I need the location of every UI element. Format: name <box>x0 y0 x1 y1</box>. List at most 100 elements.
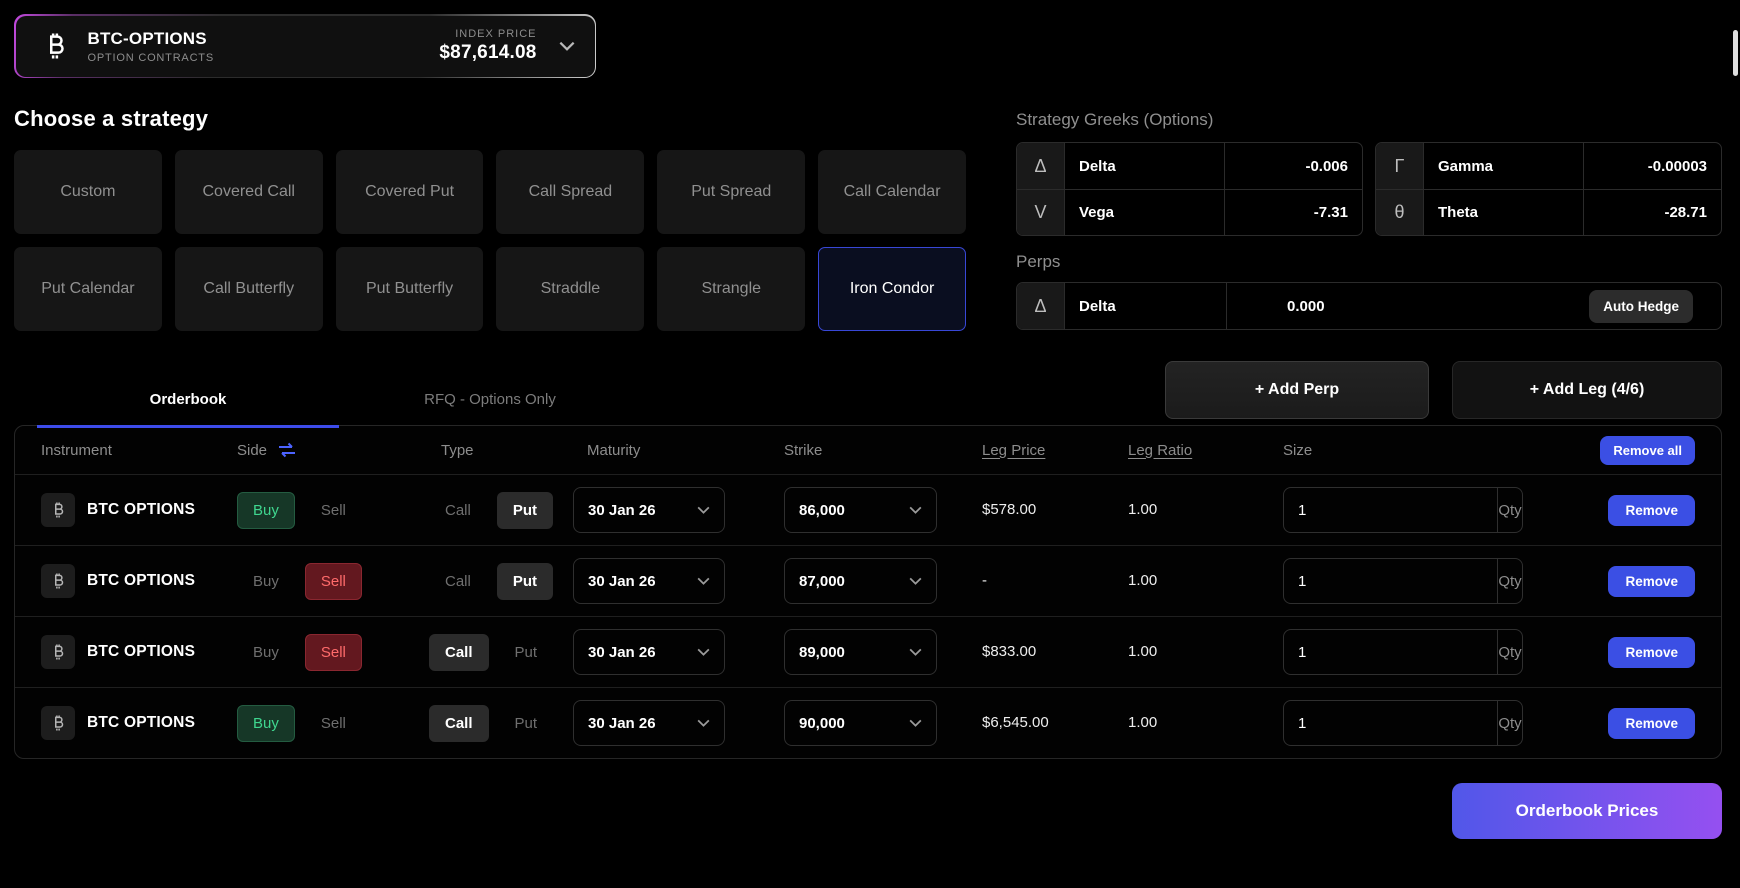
strategy-call-calendar[interactable]: Call Calendar <box>818 150 966 234</box>
page-scrollbar-thumb[interactable] <box>1733 30 1738 76</box>
leg-price-value: $833.00 <box>982 643 1036 660</box>
strategy-strangle[interactable]: Strangle <box>657 247 805 331</box>
chevron-down-icon <box>909 719 922 727</box>
header-leg-ratio[interactable]: Leg Ratio <box>1128 442 1192 459</box>
strategy-covered-call[interactable]: Covered Call <box>175 150 323 234</box>
chevron-down-icon <box>909 506 922 514</box>
put-toggle[interactable]: Put <box>497 492 553 529</box>
leg-price-value: - <box>982 572 987 589</box>
greek-symbol-icon: θ <box>1376 190 1424 235</box>
strategy-iron-condor[interactable]: Iron Condor <box>818 247 966 331</box>
perps-delta-label: Delta <box>1065 283 1227 329</box>
sell-toggle[interactable]: Sell <box>305 563 362 600</box>
strategy-covered-put[interactable]: Covered Put <box>336 150 484 234</box>
leg-instrument: BTC OPTIONS <box>87 643 195 661</box>
call-toggle[interactable]: Call <box>429 705 489 742</box>
header-strike: Strike <box>784 442 822 459</box>
greek-row: Γ Gamma -0.00003 <box>1376 143 1721 189</box>
tab-orderbook[interactable]: Orderbook <box>37 377 339 428</box>
maturity-dropdown[interactable]: 30 Jan 26 <box>573 629 725 675</box>
greek-symbol-icon: V <box>1017 190 1065 235</box>
leg-instrument: BTC OPTIONS <box>87 714 195 732</box>
remove-leg-button[interactable]: Remove <box>1608 566 1695 597</box>
tab-rfq-options-only[interactable]: RFQ - Options Only <box>339 377 641 426</box>
bitcoin-icon <box>41 635 75 669</box>
strategy-grid: CustomCovered CallCovered PutCall Spread… <box>14 150 966 331</box>
leg-ratio-value: 1.00 <box>1128 714 1157 731</box>
strike-dropdown[interactable]: 90,000 <box>784 700 937 746</box>
greek-row: θ Theta -28.71 <box>1376 189 1721 235</box>
strategy-call-butterfly[interactable]: Call Butterfly <box>175 247 323 331</box>
strategy-put-calendar[interactable]: Put Calendar <box>14 247 162 331</box>
swap-sides-icon[interactable] <box>277 442 297 458</box>
add-leg-button[interactable]: + Add Leg (4/6) <box>1452 361 1722 419</box>
size-input[interactable] <box>1284 701 1497 745</box>
strategy-put-butterfly[interactable]: Put Butterfly <box>336 247 484 331</box>
orderbook-rfq-tabs: Orderbook RFQ - Options Only <box>37 377 641 426</box>
bitcoin-icon <box>40 31 70 61</box>
orderbook-prices-button[interactable]: Orderbook Prices <box>1452 783 1722 839</box>
greek-value: -0.006 <box>1224 143 1362 189</box>
remove-leg-button[interactable]: Remove <box>1608 708 1695 739</box>
size-field: Qty <box>1283 487 1523 533</box>
buy-toggle[interactable]: Buy <box>237 705 295 742</box>
strategy-call-spread[interactable]: Call Spread <box>496 150 644 234</box>
maturity-dropdown[interactable]: 30 Jan 26 <box>573 558 725 604</box>
put-toggle[interactable]: Put <box>499 705 554 742</box>
leg-row: BTC OPTIONS Buy Sell Call Put 30 Jan 26 … <box>15 474 1721 545</box>
remove-leg-button[interactable]: Remove <box>1608 495 1695 526</box>
put-toggle[interactable]: Put <box>497 563 553 600</box>
strike-dropdown[interactable]: 87,000 <box>784 558 937 604</box>
strike-dropdown[interactable]: 86,000 <box>784 487 937 533</box>
size-input[interactable] <box>1284 559 1497 603</box>
header-instrument: Instrument <box>41 442 112 459</box>
size-input[interactable] <box>1284 488 1497 532</box>
sell-toggle[interactable]: Sell <box>305 705 362 742</box>
greeks-grid: Δ Delta -0.006 V Vega -7.31 Γ Gamma -0.0… <box>1016 142 1722 236</box>
leg-ratio-value: 1.00 <box>1128 501 1157 518</box>
instrument-selector[interactable]: BTC-OPTIONS OPTION CONTRACTS INDEX PRICE… <box>14 14 596 78</box>
chevron-down-icon <box>909 577 922 585</box>
add-perp-button[interactable]: + Add Perp <box>1165 361 1429 419</box>
header-side: Side <box>237 442 267 459</box>
chevron-down-icon <box>697 648 710 656</box>
strategy-custom[interactable]: Custom <box>14 150 162 234</box>
call-toggle[interactable]: Call <box>429 634 489 671</box>
header-type: Type <box>441 442 474 459</box>
leg-price-value: $6,545.00 <box>982 714 1049 731</box>
maturity-dropdown[interactable]: 30 Jan 26 <box>573 487 725 533</box>
put-toggle[interactable]: Put <box>499 634 554 671</box>
greek-symbol-icon: Γ <box>1376 143 1424 189</box>
size-input[interactable] <box>1284 630 1497 674</box>
auto-hedge-button[interactable]: Auto Hedge <box>1589 290 1693 323</box>
qty-unit-label: Qty <box>1497 701 1522 745</box>
chevron-down-icon <box>697 719 710 727</box>
chevron-down-icon[interactable] <box>559 41 575 51</box>
greek-label: Delta <box>1065 143 1224 189</box>
buy-toggle[interactable]: Buy <box>237 563 295 600</box>
header-leg-price[interactable]: Leg Price <box>982 442 1045 459</box>
strike-dropdown[interactable]: 89,000 <box>784 629 937 675</box>
qty-unit-label: Qty <box>1497 559 1522 603</box>
greek-value: -7.31 <box>1224 190 1362 235</box>
sell-toggle[interactable]: Sell <box>305 634 362 671</box>
instrument-subtitle: OPTION CONTRACTS <box>88 52 214 64</box>
chevron-down-icon <box>697 506 710 514</box>
strategy-straddle[interactable]: Straddle <box>496 247 644 331</box>
remove-leg-button[interactable]: Remove <box>1608 637 1695 668</box>
sell-toggle[interactable]: Sell <box>305 492 362 529</box>
chevron-down-icon <box>909 648 922 656</box>
maturity-dropdown[interactable]: 30 Jan 26 <box>573 700 725 746</box>
greeks-heading: Strategy Greeks (Options) <box>1016 110 1722 130</box>
remove-all-button[interactable]: Remove all <box>1600 436 1695 465</box>
buy-toggle[interactable]: Buy <box>237 492 295 529</box>
buy-toggle[interactable]: Buy <box>237 634 295 671</box>
greek-label: Vega <box>1065 190 1224 235</box>
header-size: Size <box>1283 442 1312 459</box>
leg-row: BTC OPTIONS Buy Sell Call Put 30 Jan 26 … <box>15 687 1721 758</box>
leg-instrument: BTC OPTIONS <box>87 501 195 519</box>
call-toggle[interactable]: Call <box>429 563 487 600</box>
size-field: Qty <box>1283 629 1523 675</box>
strategy-put-spread[interactable]: Put Spread <box>657 150 805 234</box>
call-toggle[interactable]: Call <box>429 492 487 529</box>
